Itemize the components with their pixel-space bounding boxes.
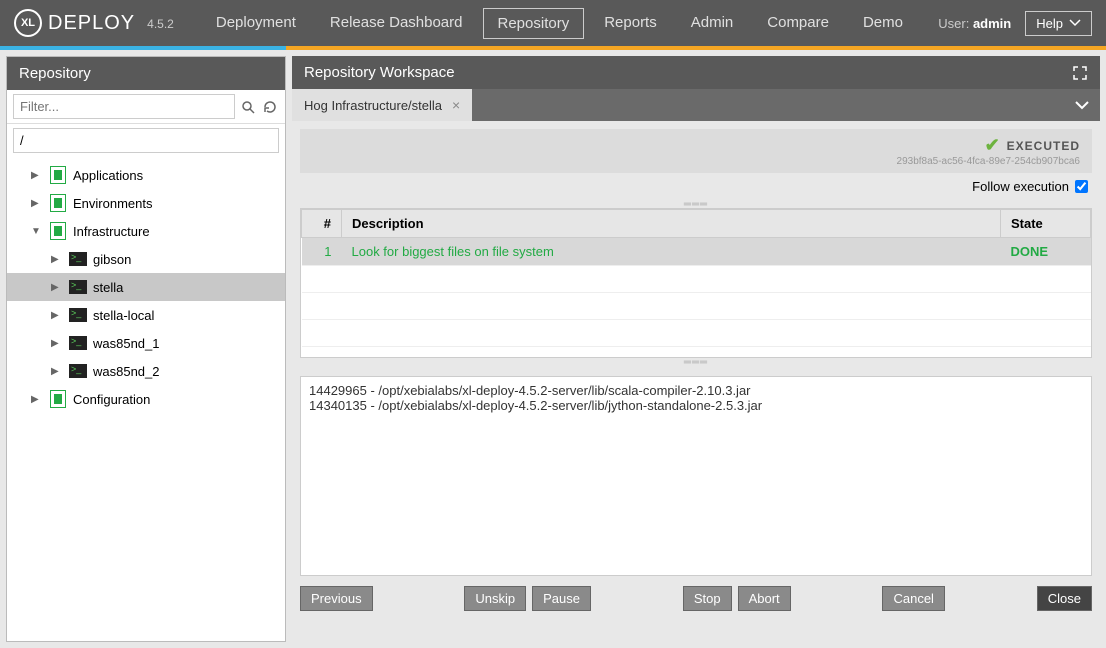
nav-demo[interactable]: Demo: [849, 8, 917, 39]
main-nav: DeploymentRelease DashboardRepositoryRep…: [202, 8, 917, 39]
tree-node-stella-local[interactable]: ▶ stella-local: [7, 301, 285, 329]
follow-label: Follow execution: [972, 179, 1069, 194]
tree-node-was85nd_1[interactable]: ▶ was85nd_1: [7, 329, 285, 357]
workspace-tab[interactable]: Hog Infrastructure/stella ×: [292, 89, 472, 121]
folder-icon: [49, 390, 67, 408]
workspace-panel: Repository Workspace Hog Infrastructure/…: [292, 56, 1100, 642]
expand-icon[interactable]: ▶: [51, 282, 63, 293]
sidebar-title: Repository: [7, 57, 285, 90]
expand-icon[interactable]: ▶: [51, 366, 63, 377]
expand-icon[interactable]: ▶: [31, 394, 43, 405]
action-buttons: Previous Unskip Pause Stop Abort Cancel …: [300, 586, 1092, 611]
tree-node-applications[interactable]: ▶ Applications: [7, 161, 285, 189]
tree-label: Configuration: [73, 392, 150, 407]
col-description: Description: [342, 210, 1001, 238]
tree-node-infrastructure[interactable]: ▼ Infrastructure: [7, 217, 285, 245]
nav-compare[interactable]: Compare: [753, 8, 843, 39]
folder-icon: [49, 194, 67, 212]
expand-icon[interactable]: ▶: [31, 198, 43, 209]
collapse-icon[interactable]: ▼: [31, 226, 43, 237]
stop-button[interactable]: Stop: [683, 586, 732, 611]
folder-icon: [49, 222, 67, 240]
refresh-icon[interactable]: [261, 98, 279, 116]
tree-label: was85nd_2: [93, 364, 160, 379]
terminal-icon: [69, 278, 87, 296]
table-row: [302, 266, 1091, 293]
tab-bar: Hog Infrastructure/stella ×: [292, 89, 1100, 121]
tree-node-stella[interactable]: ▶ stella: [7, 273, 285, 301]
expand-icon[interactable]: ▶: [51, 254, 63, 265]
tree-node-configuration[interactable]: ▶ Configuration: [7, 385, 285, 413]
tree-label: gibson: [93, 252, 131, 267]
nav-repository[interactable]: Repository: [483, 8, 585, 39]
filter-input[interactable]: [13, 94, 235, 119]
terminal-icon: [69, 250, 87, 268]
execution-id: 293bf8a5-ac56-4fca-89e7-254cb907bca6: [312, 156, 1080, 167]
username: admin: [973, 16, 1011, 31]
col-state: State: [1001, 210, 1091, 238]
execution-status: ✔ EXECUTED 293bf8a5-ac56-4fca-89e7-254cb…: [300, 129, 1092, 173]
task-table: # Description State 1Look for biggest fi…: [301, 209, 1091, 358]
follow-checkbox[interactable]: [1075, 180, 1088, 193]
close-button[interactable]: Close: [1037, 586, 1092, 611]
nav-reports[interactable]: Reports: [590, 8, 671, 39]
repository-tree: ▶ Applications ▶ Environments ▼ Infrastructur…: [7, 157, 285, 417]
resize-grip[interactable]: ═══: [300, 358, 1092, 366]
expand-icon[interactable]: [1072, 65, 1088, 81]
path-selector[interactable]: /: [13, 128, 279, 153]
search-icon[interactable]: [239, 98, 257, 116]
tree-label: Environments: [73, 196, 152, 211]
cancel-button[interactable]: Cancel: [882, 586, 944, 611]
log-output[interactable]: 14429965 - /opt/xebialabs/xl-deploy-4.5.…: [300, 376, 1092, 576]
expand-icon[interactable]: ▶: [31, 170, 43, 181]
nav-admin[interactable]: Admin: [677, 8, 748, 39]
resize-grip[interactable]: ═══: [300, 200, 1092, 208]
checkmark-icon: ✔: [985, 135, 1001, 156]
tree-label: stella-local: [93, 308, 154, 323]
close-icon[interactable]: ×: [452, 97, 460, 113]
version-label: 4.5.2: [147, 17, 174, 31]
terminal-icon: [69, 362, 87, 380]
chevron-down-icon[interactable]: [1064, 100, 1100, 110]
product-logo: XL DEPLOY 4.5.2: [14, 9, 174, 37]
expand-icon[interactable]: ▶: [51, 310, 63, 321]
tree-label: Applications: [73, 168, 143, 183]
unskip-button[interactable]: Unskip: [464, 586, 526, 611]
table-row[interactable]: 1Look for biggest files on file systemDO…: [302, 238, 1091, 266]
repository-panel: Repository / ▶ Applications ▶ Environments ▼…: [6, 56, 286, 642]
tree-node-environments[interactable]: ▶ Environments: [7, 189, 285, 217]
workspace-title: Repository Workspace: [304, 64, 455, 81]
tree-label: was85nd_1: [93, 336, 160, 351]
terminal-icon: [69, 334, 87, 352]
help-button[interactable]: Help: [1025, 11, 1092, 36]
tree-label: Infrastructure: [73, 224, 150, 239]
previous-button[interactable]: Previous: [300, 586, 373, 611]
col-number: #: [302, 210, 342, 238]
user-indicator: User: admin: [938, 16, 1011, 31]
chevron-down-icon: [1069, 19, 1081, 27]
nav-release-dashboard[interactable]: Release Dashboard: [316, 8, 477, 39]
logo-badge: XL: [14, 9, 42, 37]
top-navbar: XL DEPLOY 4.5.2 DeploymentRelease Dashbo…: [0, 0, 1106, 46]
pause-button[interactable]: Pause: [532, 586, 591, 611]
expand-icon[interactable]: ▶: [51, 338, 63, 349]
terminal-icon: [69, 306, 87, 324]
folder-icon: [49, 166, 67, 184]
tree-node-was85nd_2[interactable]: ▶ was85nd_2: [7, 357, 285, 385]
tree-label: stella: [93, 280, 123, 295]
abort-button[interactable]: Abort: [738, 586, 791, 611]
tree-node-gibson[interactable]: ▶ gibson: [7, 245, 285, 273]
nav-deployment[interactable]: Deployment: [202, 8, 310, 39]
table-row: [302, 320, 1091, 347]
logo-text: DEPLOY: [48, 12, 135, 35]
table-row: [302, 293, 1091, 320]
